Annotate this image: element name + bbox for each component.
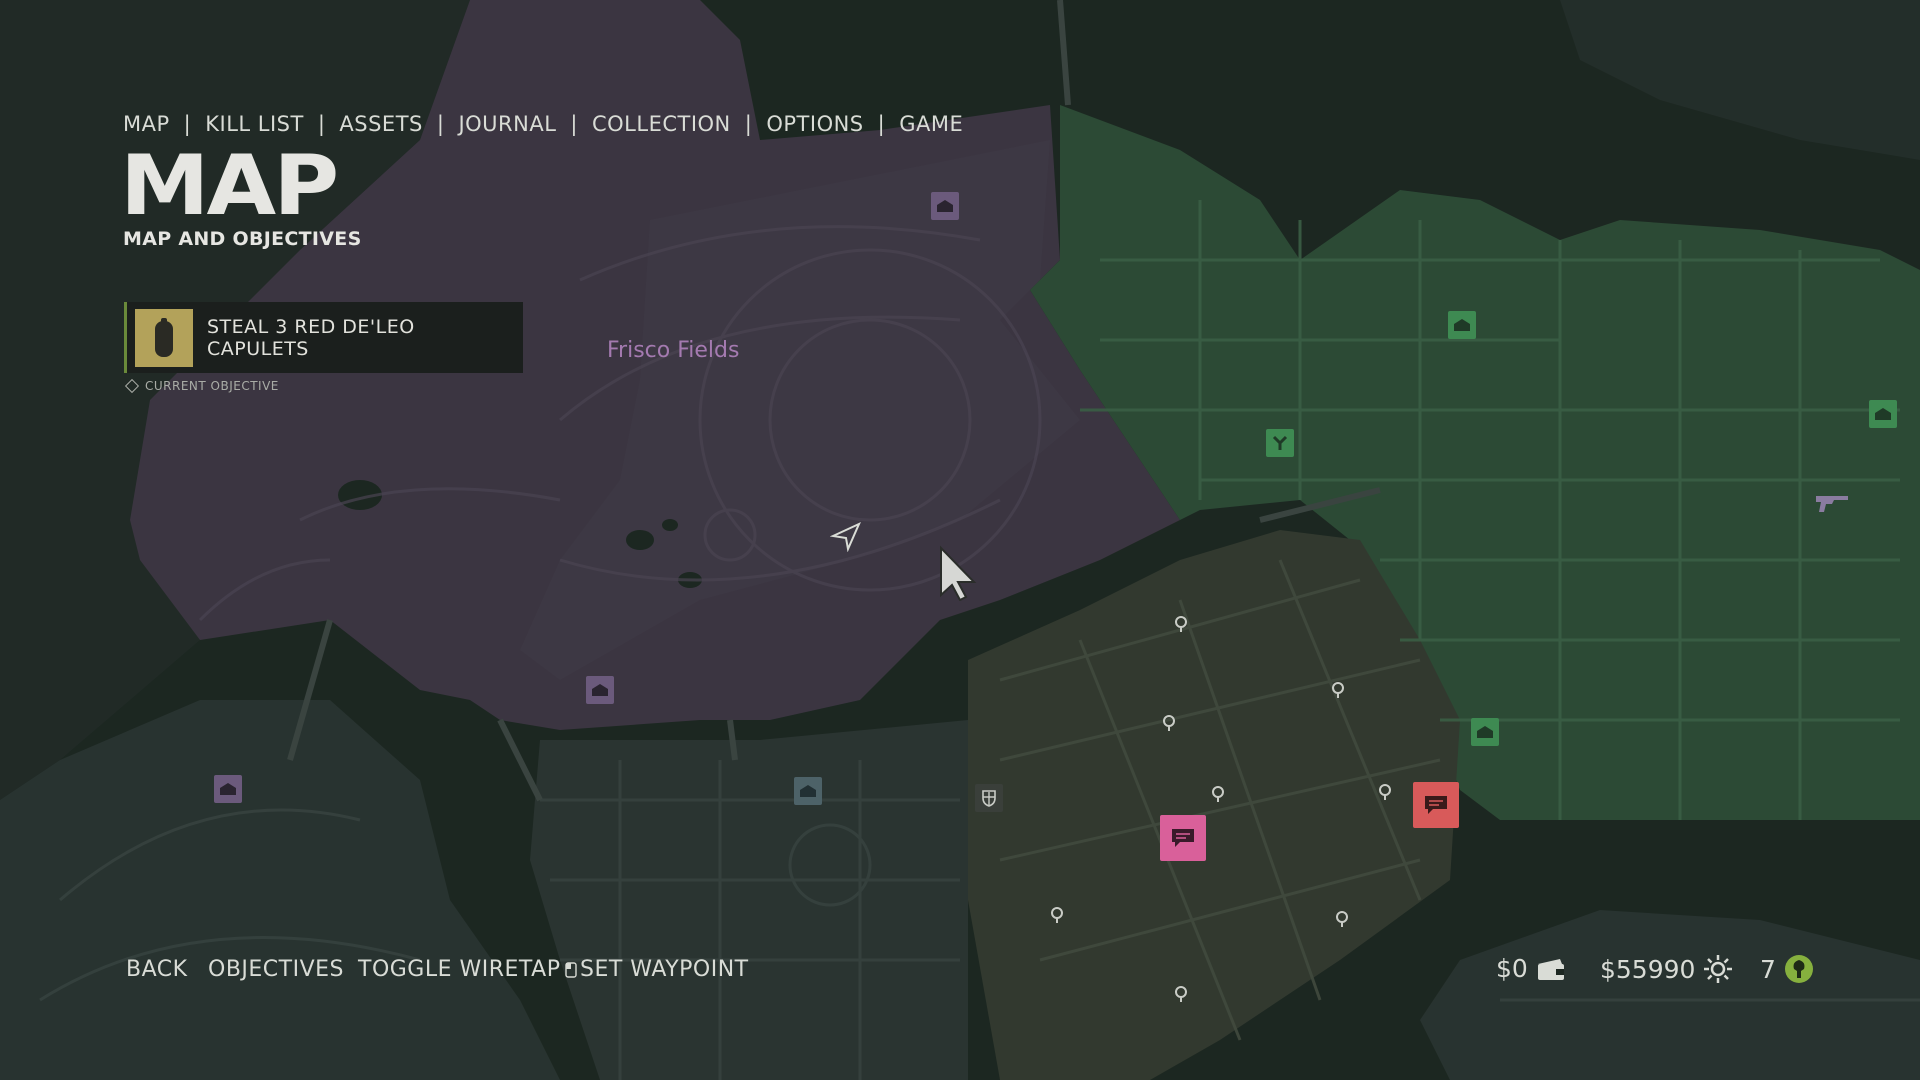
safehouse-marker[interactable]	[794, 777, 822, 805]
safehouse-icon	[937, 200, 953, 212]
cursor-icon	[938, 545, 982, 605]
collectible-pin-icon[interactable]	[1174, 615, 1188, 633]
skill-points-count: 7	[1760, 954, 1776, 984]
objectives-control[interactable]: OBJECTIVES	[208, 957, 344, 982]
safehouse-marker[interactable]	[1471, 718, 1499, 746]
collectible-pin-icon[interactable]	[1162, 714, 1176, 732]
skill-points-display: 7	[1760, 954, 1814, 984]
objective-text: STEAL 3 RED DE'LEO CAPULETS	[206, 315, 415, 360]
nav-separator: |	[744, 112, 753, 136]
objective-caption: CURRENT OBJECTIVE	[124, 378, 279, 394]
nav-item-journal[interactable]: JOURNAL	[458, 112, 556, 136]
lighter-icon	[135, 308, 193, 367]
skill-point-icon	[1784, 955, 1813, 983]
cash-display: $0	[1496, 954, 1566, 983]
nav-separator: |	[436, 112, 445, 136]
page-title: MAP	[120, 137, 339, 235]
safehouse-icon	[1454, 319, 1470, 331]
weapon-icon[interactable]	[1814, 490, 1852, 518]
cash-amount: $0	[1496, 954, 1528, 983]
collectible-pin-icon[interactable]	[1335, 910, 1349, 928]
racket-marker[interactable]	[1266, 429, 1294, 457]
page-subtitle: MAP AND OBJECTIVES	[123, 228, 362, 250]
set-waypoint-control[interactable]: SET WAYPOINT	[565, 957, 749, 982]
top-nav: MAP | KILL LIST | ASSETS | JOURNAL | COLLECTION |…	[123, 112, 963, 136]
collectible-pin-icon[interactable]	[1211, 785, 1225, 803]
player-position-icon	[829, 520, 862, 556]
safehouse-icon	[800, 785, 816, 797]
safehouse-marker[interactable]	[1448, 311, 1476, 339]
nav-separator: |	[317, 112, 326, 136]
contact-marker[interactable]	[1160, 815, 1206, 861]
chat-bubble-icon	[1172, 829, 1194, 847]
set-waypoint-label: SET WAYPOINT	[580, 957, 749, 982]
safehouse-icon	[592, 684, 608, 696]
bank-amount: $55990	[1600, 954, 1696, 984]
safehouse-icon	[1477, 726, 1493, 738]
collectible-pin-icon[interactable]	[1050, 906, 1064, 924]
safehouse-marker[interactable]	[214, 775, 242, 803]
nav-separator: |	[183, 112, 192, 136]
toggle-wiretap-control[interactable]: TOGGLE WIRETAP	[358, 957, 560, 982]
nav-item-options[interactable]: OPTIONS	[766, 112, 863, 136]
objective-caption-text: CURRENT OBJECTIVE	[145, 379, 279, 393]
trefoil-icon	[1272, 435, 1288, 450]
nav-item-assets[interactable]: ASSETS	[339, 112, 422, 136]
shield-icon	[982, 790, 996, 807]
nav-item-map[interactable]: MAP	[123, 112, 170, 136]
bank-display: $55990	[1600, 954, 1733, 984]
nav-item-kill-list[interactable]: KILL LIST	[205, 112, 304, 136]
back-control[interactable]: BACK	[126, 957, 188, 982]
nav-item-collection[interactable]: COLLECTION	[592, 112, 731, 136]
safehouse-icon	[1875, 408, 1891, 420]
hideout-marker[interactable]	[975, 784, 1003, 812]
nav-item-game[interactable]: GAME	[899, 112, 963, 136]
district-label: Frisco Fields	[607, 338, 740, 363]
safehouse-icon	[220, 783, 236, 795]
collectible-pin-icon[interactable]	[1331, 681, 1345, 699]
mouse-button-icon	[565, 961, 577, 978]
chat-bubble-icon	[1425, 796, 1447, 814]
nav-separator: |	[877, 112, 886, 136]
collectible-pin-icon[interactable]	[1378, 783, 1392, 801]
safehouse-marker[interactable]	[1869, 400, 1897, 428]
wallet-icon	[1537, 958, 1564, 980]
diamond-icon	[124, 378, 140, 394]
contact-marker[interactable]	[1413, 782, 1459, 828]
sun-icon	[1704, 955, 1733, 983]
collectible-pin-icon[interactable]	[1174, 985, 1188, 1003]
safehouse-marker[interactable]	[931, 192, 959, 220]
nav-separator: |	[570, 112, 578, 136]
current-objective-card[interactable]: STEAL 3 RED DE'LEO CAPULETS	[124, 302, 523, 373]
safehouse-marker[interactable]	[586, 676, 614, 704]
